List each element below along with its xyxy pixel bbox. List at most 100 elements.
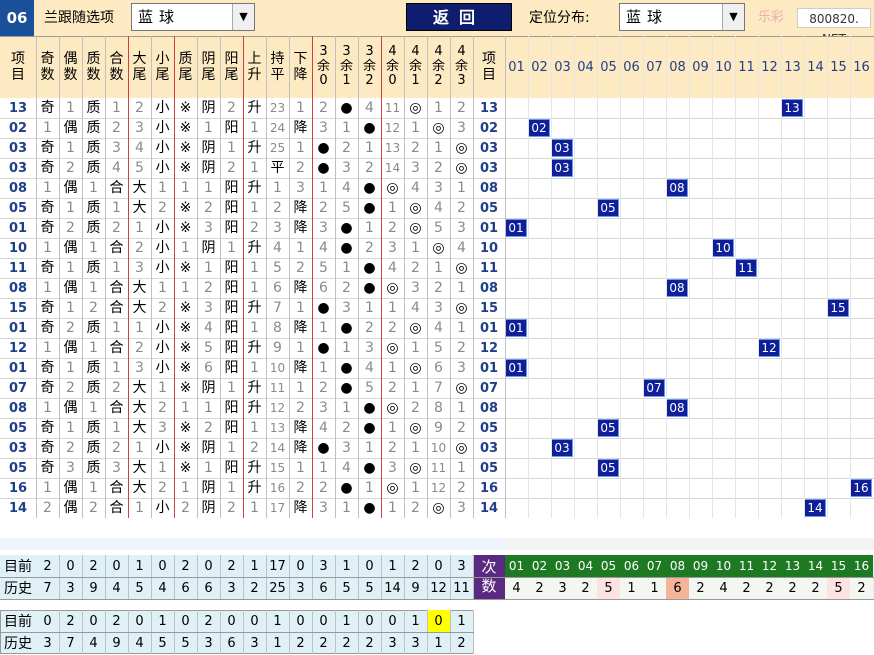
next-number: 15 [827, 555, 850, 577]
group-divider [174, 36, 175, 518]
row-cell: 1 [457, 400, 466, 416]
row-cell: 升 [247, 180, 262, 196]
current2-value: 1 [273, 613, 282, 629]
row-cell: 3 [319, 500, 328, 516]
row-cell: 4 [457, 240, 466, 256]
row-cell: 小 [155, 120, 170, 136]
number-marker: 03 [551, 439, 573, 457]
row-cell: ◎ [409, 420, 422, 436]
current2-value: 0 [89, 613, 98, 629]
row-cell: 2 [411, 140, 420, 156]
row-cell: 1 [158, 460, 167, 476]
header-number: 14 [807, 59, 824, 75]
row-cell: 降 [293, 420, 308, 436]
row-cell: 2 [388, 380, 397, 396]
dist-select-value: 蓝球 [626, 8, 669, 26]
row-cell: ※ [179, 300, 192, 316]
back-button[interactable]: 返回 [406, 3, 512, 31]
header-number: 06 [623, 59, 640, 75]
row-cell: 合 [109, 480, 124, 496]
row-cell: 5 [204, 340, 213, 356]
row-cell: 2 [112, 220, 121, 236]
number-count: 5 [827, 577, 850, 599]
header-col: 4余3 [454, 43, 468, 89]
row-cell: 1 [204, 460, 213, 476]
group-divider [243, 36, 244, 518]
grid-empty-row-blue [0, 538, 505, 550]
next-number: 06 [620, 555, 643, 577]
row-cell: 1 [135, 500, 144, 516]
row-cell: 3 [273, 220, 282, 236]
history-value: 3 [227, 580, 236, 596]
history-value: 5 [342, 580, 351, 596]
next-number: 14 [804, 555, 827, 577]
chevron-down-icon[interactable]: ▼ [232, 4, 254, 30]
row-cell: 合 [109, 340, 124, 356]
row-cell: 1 [273, 180, 282, 196]
row-cell: ◎ [455, 380, 468, 396]
row-cell: 15 [269, 461, 286, 475]
row-cell: 3 [457, 360, 466, 376]
row-cell: 2 [388, 220, 397, 236]
row-cell: 2 [66, 380, 75, 396]
current-label: 目前 [4, 559, 32, 575]
row-cell: 1 [227, 480, 236, 496]
next-number: 04 [574, 555, 597, 577]
row-cell: ● [340, 360, 353, 376]
history-value: 6 [204, 580, 213, 596]
chevron-down-icon[interactable]: ▼ [722, 4, 744, 30]
header-number: 04 [577, 59, 594, 75]
row-cell: 2 [66, 440, 75, 456]
row-cell: 升 [247, 480, 262, 496]
row-cell: 5 [434, 220, 443, 236]
row-cell: ● [363, 200, 376, 216]
follow-label: 兰跟随选项 [44, 10, 114, 26]
row-cell: 质 [86, 420, 101, 436]
row-cell: 升 [247, 240, 262, 256]
row-cell: 1 [66, 360, 75, 376]
row-cell: 6 [319, 280, 328, 296]
next-number: 13 [781, 555, 804, 577]
grid-vline [804, 36, 805, 518]
row-cell: 平 [270, 160, 285, 176]
row-number: 01 [479, 220, 499, 236]
number-marker: 15 [827, 299, 849, 317]
grid-vline [689, 36, 690, 518]
row-cell: 2 [158, 480, 167, 496]
row-cell: 阳 [224, 460, 239, 476]
row-cell: 2 [457, 200, 466, 216]
row-cell: 小 [155, 240, 170, 256]
row-cell: 1 [457, 280, 466, 296]
number-count: 1 [620, 577, 643, 599]
row-cell: 5 [434, 340, 443, 356]
row-number: 01 [8, 220, 28, 236]
dist-select[interactable]: 蓝球 ▼ [619, 3, 745, 31]
row-cell: 9 [434, 420, 443, 436]
row-cell: 11 [384, 101, 401, 115]
number-marker: 08 [666, 179, 688, 197]
history-value: 6 [319, 580, 328, 596]
row-number: 02 [8, 120, 28, 136]
row-cell: 4 [411, 180, 420, 196]
header-col: 4余2 [431, 43, 445, 89]
number-marker: 02 [528, 119, 550, 137]
row-cell: ※ [179, 200, 192, 216]
row-cell: ◎ [432, 120, 445, 136]
row-cell: 3 [434, 300, 443, 316]
number-marker: 10 [712, 239, 734, 257]
row-cell: ● [340, 240, 353, 256]
row-cell: 1 [342, 500, 351, 516]
row-cell: 1 [434, 140, 443, 156]
row-cell: 1 [388, 420, 397, 436]
toolbar: 06 兰跟随选项 蓝球 ▼ 返回 定位分布: 蓝球 ▼ 乐彩 800820. N… [0, 0, 874, 46]
history-value: 2 [250, 580, 259, 596]
row-number: 03 [8, 160, 28, 176]
group-divider [381, 36, 382, 518]
row-cell: ※ [179, 140, 192, 156]
current2-value: 0 [227, 613, 236, 629]
row-cell: 奇 [40, 360, 55, 376]
number-marker: 13 [781, 99, 803, 117]
row-cell: 阴 [201, 480, 216, 496]
current-value: 0 [158, 558, 167, 574]
follow-select[interactable]: 蓝球 ▼ [131, 3, 255, 31]
